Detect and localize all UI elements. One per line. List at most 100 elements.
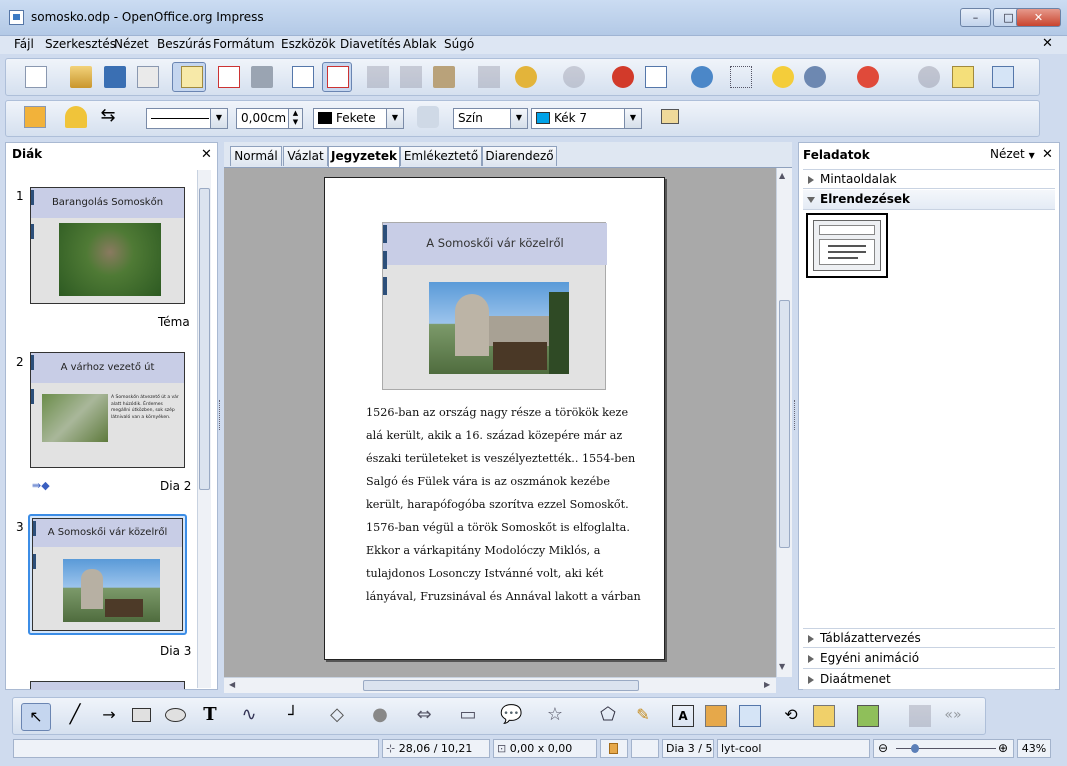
flowchart-icon[interactable]: ▭: [457, 705, 479, 727]
gallery-icon[interactable]: [739, 705, 761, 727]
undo-icon[interactable]: [515, 66, 537, 88]
scroll-right-icon[interactable]: ▶: [764, 680, 770, 689]
rotate-tool-icon[interactable]: ⟲: [780, 705, 802, 727]
help-icon[interactable]: [857, 66, 879, 88]
tab-notes[interactable]: Jegyzetek: [328, 146, 400, 167]
slides-scrollbar-thumb[interactable]: [199, 188, 210, 490]
transition-icon[interactable]: ⇛◆: [32, 479, 50, 492]
dropdown-arrow-icon[interactable]: ▼: [510, 109, 527, 128]
stars-icon[interactable]: ☆: [544, 705, 566, 727]
points-icon[interactable]: ⬠: [597, 705, 619, 727]
section-custom-animation[interactable]: Egyéni animáció: [803, 649, 1055, 669]
zoom-percent[interactable]: 43%: [1017, 739, 1051, 758]
redo-icon[interactable]: [563, 66, 585, 88]
zoom-slider[interactable]: ⊖ ⊕: [873, 739, 1014, 758]
styles-icon[interactable]: [24, 106, 46, 128]
zoom-slider-handle[interactable]: [911, 744, 919, 753]
basic-shapes-icon[interactable]: ◇: [326, 705, 348, 727]
slide-thumbnail-1[interactable]: Barangolás Somoskőn: [30, 187, 185, 304]
area-fill-icon[interactable]: [417, 106, 439, 128]
zoom-out-icon[interactable]: ⊖: [878, 740, 888, 757]
scroll-down-icon[interactable]: ▼: [779, 662, 785, 671]
helplines-icon[interactable]: [772, 66, 794, 88]
minimize-button[interactable]: –: [960, 8, 991, 27]
area-style-select[interactable]: Szín ▼: [453, 108, 528, 129]
new-document-icon[interactable]: [25, 66, 47, 88]
tab-handout[interactable]: Emlékeztető: [400, 146, 482, 166]
menu-tools[interactable]: Eszközök: [281, 37, 336, 51]
menu-edit[interactable]: Szerkesztés: [45, 37, 116, 51]
menu-file[interactable]: Fájl: [14, 37, 34, 51]
section-master-pages[interactable]: Mintaoldalak: [803, 169, 1055, 189]
close-window-button[interactable]: ✕: [1016, 8, 1061, 27]
fontwork-icon[interactable]: A: [672, 705, 694, 727]
arrow-style-icon[interactable]: ⇆: [97, 106, 119, 128]
table-icon[interactable]: [645, 66, 667, 88]
scroll-up-icon[interactable]: ▲: [779, 171, 785, 180]
menu-window[interactable]: Ablak: [403, 37, 436, 51]
main-horizontal-scrollbar[interactable]: ◀ ▶: [224, 677, 776, 693]
tab-outline[interactable]: Vázlat: [283, 146, 328, 166]
area-color-select[interactable]: Kék 7 ▼: [531, 108, 642, 129]
glue-tool-icon[interactable]: ✎: [632, 705, 654, 727]
paste-icon[interactable]: [433, 66, 455, 88]
dropdown-arrow-icon[interactable]: ▼: [210, 109, 227, 128]
layout-title-content[interactable]: [806, 213, 888, 278]
navigator-icon[interactable]: [691, 66, 713, 88]
menu-format[interactable]: Formátum: [213, 37, 275, 51]
section-slide-transition[interactable]: Diaátmenet: [803, 670, 1055, 690]
spin-icon[interactable]: ▲ ▼: [288, 109, 302, 128]
copy-icon[interactable]: [400, 66, 422, 88]
menu-slideshow[interactable]: Diavetítés: [340, 37, 401, 51]
zoom-icon[interactable]: [804, 66, 826, 88]
toggle-point-edit-icon[interactable]: «»: [942, 705, 964, 727]
open-folder-icon[interactable]: [70, 66, 92, 88]
slides-pane-close-icon[interactable]: ✕: [201, 147, 212, 162]
slide-thumbnail-4-partial[interactable]: [30, 681, 185, 690]
glue-points-icon[interactable]: [952, 66, 974, 88]
block-arrows-icon[interactable]: ⇔: [413, 705, 435, 727]
section-table-design[interactable]: Táblázattervezés: [803, 628, 1055, 648]
spellcheck-icon[interactable]: [292, 66, 314, 88]
tab-normal[interactable]: Normál: [230, 146, 282, 166]
cut-icon[interactable]: [367, 66, 389, 88]
section-layouts[interactable]: Elrendezések: [803, 190, 1055, 210]
extrusion-icon[interactable]: [909, 705, 931, 727]
menu-insert[interactable]: Beszúrás: [157, 37, 211, 51]
line-tool-icon[interactable]: ╱: [64, 705, 86, 727]
main-horizontal-scrollbar-thumb[interactable]: [363, 680, 639, 691]
chart-icon[interactable]: [612, 66, 634, 88]
close-document-icon[interactable]: ✕: [1042, 36, 1053, 51]
tab-slide-sorter[interactable]: Diarendező: [482, 146, 557, 166]
line-width-field[interactable]: 0,00cm ▲ ▼: [236, 108, 303, 129]
main-vertical-scrollbar-thumb[interactable]: [779, 300, 790, 548]
callouts-icon[interactable]: 💬: [500, 705, 522, 727]
line-style-select[interactable]: ▼: [146, 108, 228, 129]
main-vertical-scrollbar[interactable]: ▲ ▼: [776, 168, 792, 677]
insert-image-icon[interactable]: [705, 705, 727, 727]
menu-view[interactable]: Nézet: [114, 37, 149, 51]
slide-thumbnail-2[interactable]: A várhoz vezető út A Somoskőn átvezető ú…: [30, 352, 185, 468]
select-tool-icon[interactable]: ↖: [21, 703, 51, 731]
notes-slide-preview[interactable]: A Somoskői vár közelről: [382, 222, 607, 390]
arrow-line-tool-icon[interactable]: →: [98, 705, 120, 727]
rotate-icon[interactable]: [918, 66, 940, 88]
slide-thumbnail-3[interactable]: A Somoskői vár közelről: [32, 518, 183, 631]
print-icon[interactable]: [251, 66, 273, 88]
dropdown-arrow-icon[interactable]: ▼: [624, 109, 641, 128]
export-pdf-icon[interactable]: [218, 66, 240, 88]
connector-tool-icon[interactable]: ┘: [282, 705, 304, 727]
status-signature[interactable]: [631, 739, 659, 758]
line-icon[interactable]: [65, 106, 87, 128]
task-pane-view-menu[interactable]: Nézet ▼: [990, 147, 1035, 161]
task-pane-close-icon[interactable]: ✕: [1042, 147, 1053, 162]
curve-tool-icon[interactable]: ∿: [238, 705, 260, 727]
shadow-icon[interactable]: [661, 109, 679, 124]
ellipse-tool-icon[interactable]: [165, 708, 186, 722]
line-color-select[interactable]: Fekete ▼: [313, 108, 404, 129]
align-icon[interactable]: [813, 705, 835, 727]
status-modified[interactable]: [600, 739, 628, 758]
clone-formatting-icon[interactable]: [478, 66, 500, 88]
save-icon[interactable]: [104, 66, 126, 88]
grid-icon[interactable]: [730, 66, 752, 88]
